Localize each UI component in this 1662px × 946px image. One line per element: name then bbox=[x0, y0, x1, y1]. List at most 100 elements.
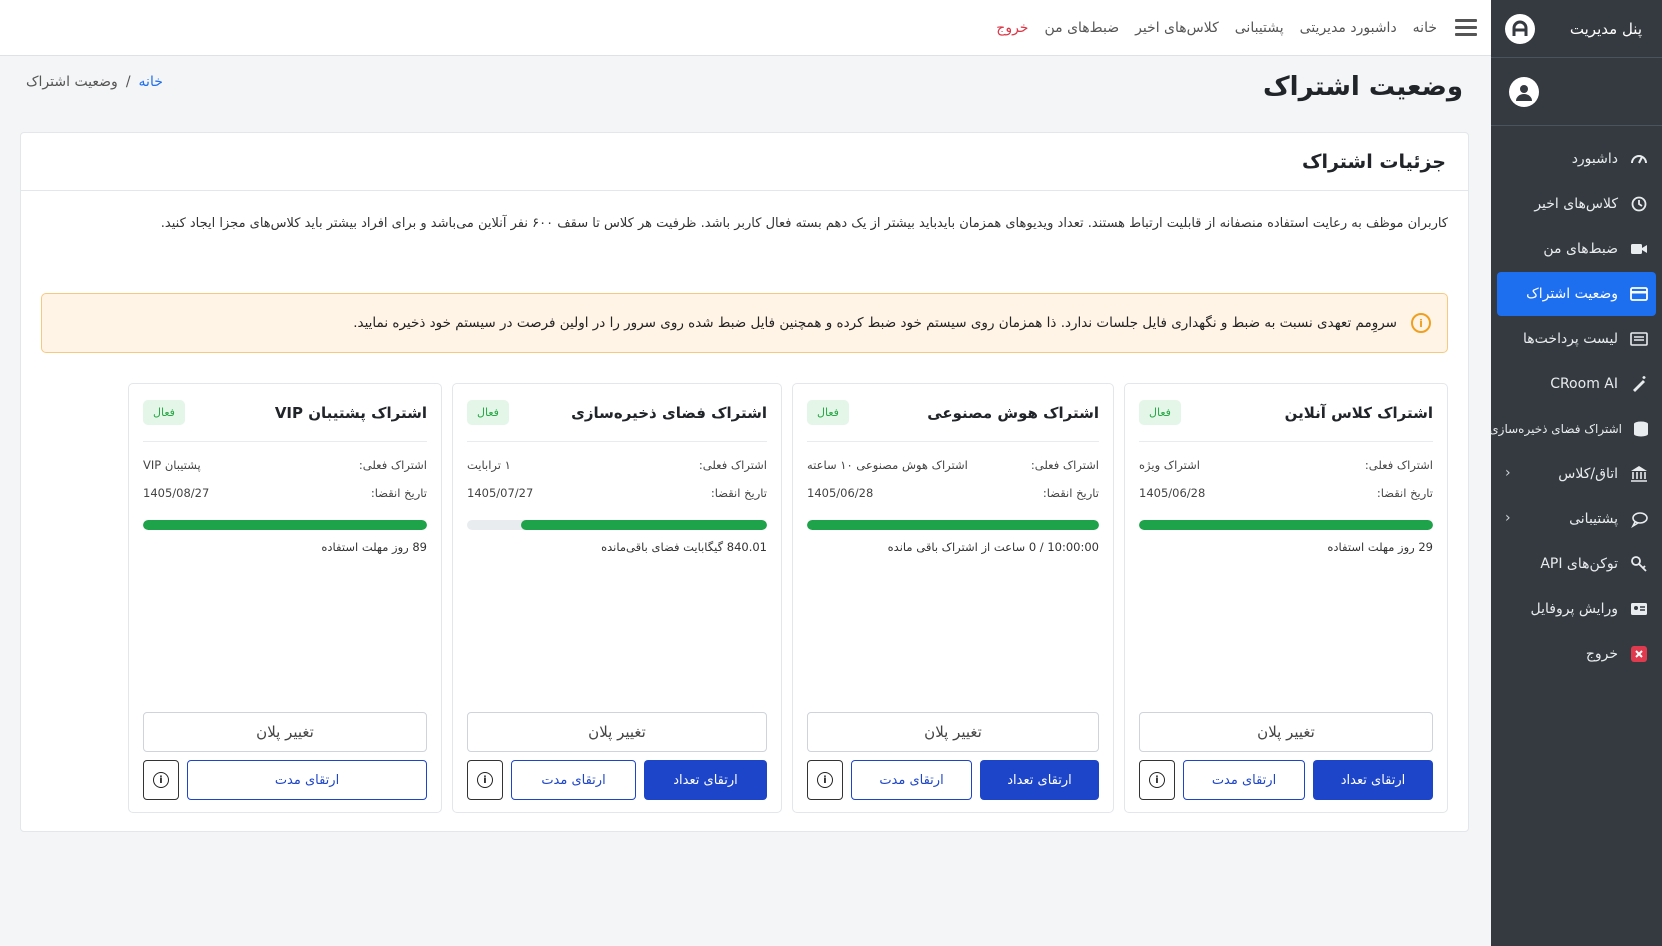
sidebar-item-label: پشتیبانی bbox=[1569, 511, 1618, 527]
sidebar-item-6[interactable]: اشتراک فضای ذخیره‌سازی bbox=[1489, 407, 1656, 451]
close-box-icon bbox=[1628, 643, 1650, 665]
change-plan-button[interactable]: تغییر پلان bbox=[143, 712, 427, 752]
expiry-value: 1405/06/28 bbox=[1139, 486, 1206, 500]
upgrade-duration-button[interactable]: ارتقای مدت bbox=[511, 760, 636, 800]
upgrade-duration-button[interactable]: ارتقای مدت bbox=[851, 760, 972, 800]
sidebar-item-7[interactable]: اتاق/کلاس ‹ bbox=[1497, 452, 1656, 496]
expiry-label: تاریخ انقضا: bbox=[370, 486, 427, 500]
alert-text: سروِمم تعهدی نسبت به ضبط و نگهداری فایل … bbox=[353, 315, 1397, 331]
top-link-admin-dashboard[interactable]: داشبورد مدیریتی bbox=[1300, 20, 1397, 36]
sidebar-item-9[interactable]: توکن‌های API bbox=[1497, 542, 1656, 586]
subscription-cards: اشتراک کلاس آنلاین فعال اشتراک فعلی: اشت… bbox=[41, 383, 1448, 813]
change-plan-button[interactable]: تغییر پلان bbox=[807, 712, 1099, 752]
credit-card-icon bbox=[1628, 283, 1650, 305]
breadcrumb-home-link[interactable]: خانه bbox=[139, 74, 163, 90]
subscription-card-header: اشتراک پشتیبان VIP فعال bbox=[143, 384, 427, 442]
upgrade-count-button[interactable]: ارتقای تعداد bbox=[644, 760, 767, 800]
top-link-my-recordings[interactable]: ضبط‌های من bbox=[1044, 20, 1119, 36]
subscription-title: اشتراک پشتیبان VIP bbox=[274, 403, 427, 422]
change-plan-button[interactable]: تغییر پلان bbox=[1139, 712, 1433, 752]
top-navbar: خانه داشبورد مدیریتی پشتیبانی کلاس‌های ا… bbox=[0, 0, 1491, 56]
usage-progress-fill bbox=[807, 520, 1099, 530]
sidebar-brand[interactable]: پنل مدیریت bbox=[1491, 0, 1662, 58]
sidebar-item-4[interactable]: لیست پرداخت‌ها bbox=[1497, 317, 1656, 361]
status-badge: فعال bbox=[467, 400, 509, 425]
expiry-row: تاریخ انقضا: 1405/07/27 bbox=[467, 486, 767, 500]
usage-progress-bar bbox=[467, 520, 767, 530]
remaining-note: 840.01 گیگابایت فضای باقی‌مانده bbox=[601, 540, 767, 554]
sidebar-item-label: کلاس‌های اخیر bbox=[1534, 196, 1618, 212]
top-link-recent-classes[interactable]: کلاس‌های اخیر bbox=[1135, 20, 1219, 36]
sidebar-item-8[interactable]: پشتیبانی ‹ bbox=[1497, 497, 1656, 541]
current-plan-row: اشتراک فعلی: اشتراک هوش مصنوعی ۱۰ ساعته bbox=[807, 458, 1099, 472]
subscription-title: اشتراک کلاس آنلاین bbox=[1284, 403, 1433, 422]
user-panel bbox=[1491, 58, 1662, 126]
hamburger-menu-icon[interactable] bbox=[1455, 17, 1477, 39]
expiry-row: تاریخ انقضا: 1405/06/28 bbox=[807, 486, 1099, 500]
upgrade-count-button[interactable]: ارتقای تعداد bbox=[1313, 760, 1433, 800]
subscription-card: اشتراک پشتیبان VIP فعال اشتراک فعلی: پشت… bbox=[128, 383, 442, 813]
sidebar-item-label: وضعیت اشتراک bbox=[1526, 286, 1618, 302]
top-link-logout[interactable]: خروج bbox=[996, 20, 1028, 36]
magic-pen-icon bbox=[1628, 373, 1650, 395]
chevron-left-icon[interactable]: ‹ bbox=[1505, 510, 1511, 526]
info-button[interactable]: i bbox=[467, 760, 503, 800]
upgrade-duration-button[interactable]: ارتقای مدت bbox=[187, 760, 427, 800]
usage-description: کاربران موظف به رعایت استفاده منصفانه از… bbox=[160, 216, 1448, 231]
status-badge: فعال bbox=[807, 400, 849, 425]
sidebar-item-5[interactable]: CRoom AI bbox=[1497, 362, 1656, 406]
user-avatar-icon[interactable] bbox=[1509, 76, 1539, 107]
page-title: وضعیت اشتراک bbox=[1263, 72, 1463, 102]
receipt-list-icon bbox=[1628, 328, 1650, 350]
sidebar-item-3[interactable]: وضعیت اشتراک bbox=[1497, 272, 1656, 316]
info-icon: i bbox=[1149, 772, 1165, 788]
usage-progress-fill bbox=[521, 520, 767, 530]
expiry-value: 1405/06/28 bbox=[807, 486, 874, 500]
sidebar-item-0[interactable]: داشبورد bbox=[1497, 137, 1656, 181]
subscription-title: اشتراک هوش مصنوعی bbox=[927, 403, 1099, 422]
top-link-support[interactable]: پشتیبانی bbox=[1235, 20, 1284, 36]
remaining-note: 10:00:00 / 0 ساعت از اشتراک باقی مانده bbox=[887, 540, 1099, 554]
change-plan-button[interactable]: تغییر پلان bbox=[467, 712, 767, 752]
chevron-left-icon[interactable]: ‹ bbox=[1505, 465, 1511, 481]
usage-progress-fill bbox=[1139, 520, 1433, 530]
subscription-details-card: جزئیات اشتراک کاربران موظف به رعایت استف… bbox=[20, 132, 1469, 832]
id-card-icon bbox=[1628, 598, 1650, 620]
action-buttons-row: ارتقای مدت i bbox=[143, 760, 427, 800]
info-icon: i bbox=[817, 772, 833, 788]
subscription-card: اشتراک هوش مصنوعی فعال اشتراک فعلی: اشتر… bbox=[792, 383, 1114, 813]
expiry-label: تاریخ انقضا: bbox=[1042, 486, 1099, 500]
current-plan-row: اشتراک فعلی: ۱ ترابایت bbox=[467, 458, 767, 472]
expiry-row: تاریخ انقضا: 1405/08/27 bbox=[143, 486, 427, 500]
sidebar-item-label: داشبورد bbox=[1571, 151, 1618, 167]
recording-warning-alert: i سروِمم تعهدی نسبت به ضبط و نگهداری فای… bbox=[41, 293, 1448, 353]
sidebar-item-11[interactable]: خروج bbox=[1497, 632, 1656, 676]
breadcrumb-separator: / bbox=[125, 74, 131, 90]
expiry-row: تاریخ انقضا: 1405/06/28 bbox=[1139, 486, 1433, 500]
remaining-note: 29 روز مهلت استفاده bbox=[1327, 540, 1433, 554]
info-icon: i bbox=[153, 772, 169, 788]
current-plan-label: اشتراک فعلی: bbox=[1030, 458, 1099, 472]
current-plan-value: اشتراک هوش مصنوعی ۱۰ ساعته bbox=[807, 458, 968, 472]
current-plan-row: اشتراک فعلی: اشتراک ویژه bbox=[1139, 458, 1433, 472]
sidebar-nav: داشبورد کلاس‌های اخیر ضبط‌های من وضعیت اشتر… bbox=[1489, 126, 1662, 676]
key-icon bbox=[1628, 553, 1650, 575]
sidebar-item-1[interactable]: کلاس‌های اخیر bbox=[1497, 182, 1656, 226]
usage-progress-bar bbox=[1139, 520, 1433, 530]
card-header: جزئیات اشتراک bbox=[21, 133, 1468, 191]
subscription-card-header: اشتراک کلاس آنلاین فعال bbox=[1139, 384, 1433, 442]
top-link-home[interactable]: خانه bbox=[1413, 20, 1437, 36]
info-button[interactable]: i bbox=[143, 760, 179, 800]
sidebar-item-10[interactable]: ورایش پروفایل bbox=[1497, 587, 1656, 631]
status-badge: فعال bbox=[1139, 400, 1181, 425]
info-button[interactable]: i bbox=[1139, 760, 1175, 800]
subscription-card: اشتراک کلاس آنلاین فعال اشتراک فعلی: اشت… bbox=[1124, 383, 1448, 813]
current-plan-label: اشتراک فعلی: bbox=[698, 458, 767, 472]
upgrade-count-button[interactable]: ارتقای تعداد bbox=[980, 760, 1099, 800]
info-button[interactable]: i bbox=[807, 760, 843, 800]
sidebar-item-2[interactable]: ضبط‌های من bbox=[1497, 227, 1656, 271]
subscription-card-header: اشتراک هوش مصنوعی فعال bbox=[807, 384, 1099, 442]
action-buttons-row: ارتقای تعداد ارتقای مدت i bbox=[1139, 760, 1433, 800]
status-badge: فعال bbox=[143, 400, 185, 425]
upgrade-duration-button[interactable]: ارتقای مدت bbox=[1183, 760, 1305, 800]
